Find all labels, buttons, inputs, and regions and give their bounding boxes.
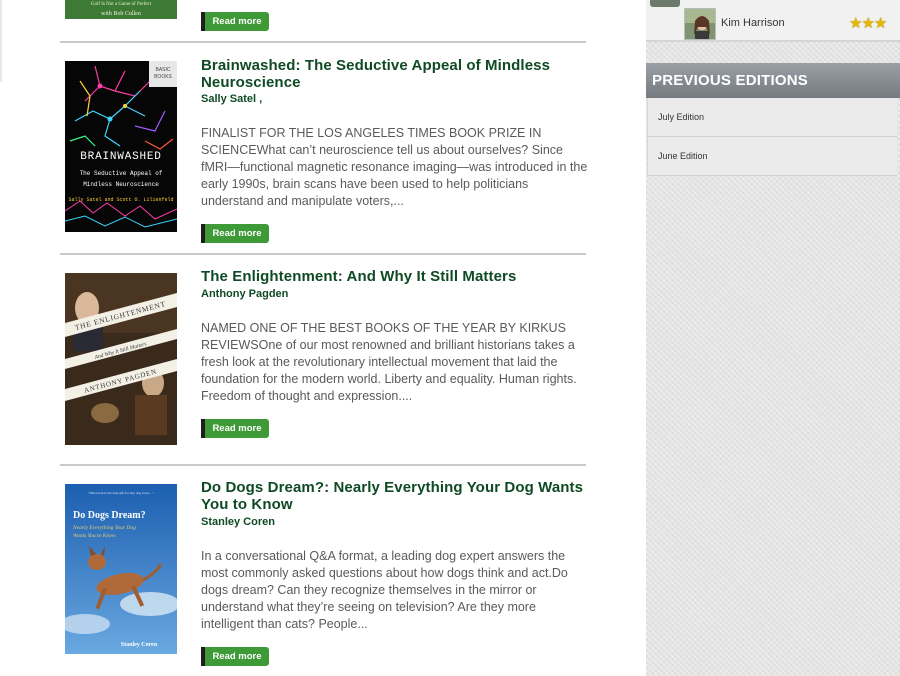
- read-more-button[interactable]: Read more: [201, 419, 269, 438]
- book-description: NAMED ONE OF THE BEST BOOKS OF THE YEAR …: [201, 321, 577, 403]
- book-cover-partial[interactable]: Golf Is Not a Game of Perfect with Bob C…: [65, 0, 177, 19]
- book-cover-enlightenment[interactable]: THE ENLIGHTENMENT And Why It Still Matte…: [65, 273, 177, 445]
- read-more-button[interactable]: Read more: [201, 224, 269, 243]
- star-rating-icon: ★★★: [849, 15, 887, 32]
- previous-editions-heading: PREVIOUS EDITIONS: [646, 63, 900, 98]
- svg-text:"This book is the best gift fo: "This book is the best gift for any dog …: [88, 491, 155, 495]
- book-title[interactable]: The Enlightenment: And Why It Still Matt…: [201, 268, 586, 285]
- partial-cover-text-2: with Bob Cullen: [101, 11, 141, 17]
- sidebar: Kim Harrison ★★★ PREVIOUS EDITIONS July …: [646, 0, 900, 676]
- reviewer-name[interactable]: Kim Harrison: [721, 17, 785, 29]
- divider: [60, 464, 586, 466]
- book-description: FINALIST FOR THE LOS ANGELES TIMES BOOK …: [201, 126, 588, 208]
- main-content: Golf Is Not a Game of Perfect with Bob C…: [0, 0, 646, 676]
- book-author: Anthony Pagden: [201, 288, 289, 300]
- left-edge-line: [0, 0, 2, 82]
- book-description: In a conversational Q&A format, a leadin…: [201, 549, 568, 631]
- read-more-button[interactable]: Read more: [201, 647, 269, 666]
- read-more-button[interactable]: Read more: [201, 12, 269, 31]
- edition-link-july[interactable]: July Edition: [647, 98, 897, 137]
- book-cover-brainwashed[interactable]: BASIC BOOKS BRAINWASHED The Seductive Ap…: [65, 61, 177, 232]
- divider: [60, 41, 586, 43]
- cover-title: BRAINWASHED: [80, 151, 161, 163]
- avatar[interactable]: [650, 0, 680, 7]
- cover-author: Stanley Coren: [121, 642, 158, 648]
- cover-subtitle: The Seductive Appeal of: [80, 170, 163, 177]
- recent-review: Kim Harrison ★★★: [646, 0, 900, 42]
- book-title[interactable]: Brainwashed: The Seductive Appeal of Min…: [201, 57, 586, 91]
- cover-authors: Sally Satel and Scott O. Lilienfeld: [68, 197, 173, 203]
- book-author: Sally Satel ,: [201, 93, 263, 105]
- svg-text:BOOKS: BOOKS: [154, 74, 172, 80]
- divider: [60, 253, 586, 255]
- book-title[interactable]: Do Dogs Dream?: Nearly Everything Your D…: [201, 479, 586, 513]
- avatar[interactable]: [684, 8, 716, 40]
- cover-subtitle: Wants You to Know: [73, 533, 116, 539]
- edition-link-june[interactable]: June Edition: [647, 137, 897, 176]
- svg-text:BASIC: BASIC: [155, 67, 170, 73]
- cover-subtitle: Mindless Neuroscience: [83, 181, 159, 188]
- previous-editions-list: July Edition June Edition: [647, 98, 897, 176]
- cover-subtitle: Nearly Everything Your Dog: [72, 525, 136, 531]
- partial-cover-text-1: Golf Is Not a Game of Perfect: [91, 2, 152, 7]
- book-cover-do-dogs-dream[interactable]: "This book is the best gift for any dog …: [65, 484, 177, 654]
- book-author: Stanley Coren: [201, 516, 275, 528]
- cover-title: Do Dogs Dream?: [73, 510, 146, 521]
